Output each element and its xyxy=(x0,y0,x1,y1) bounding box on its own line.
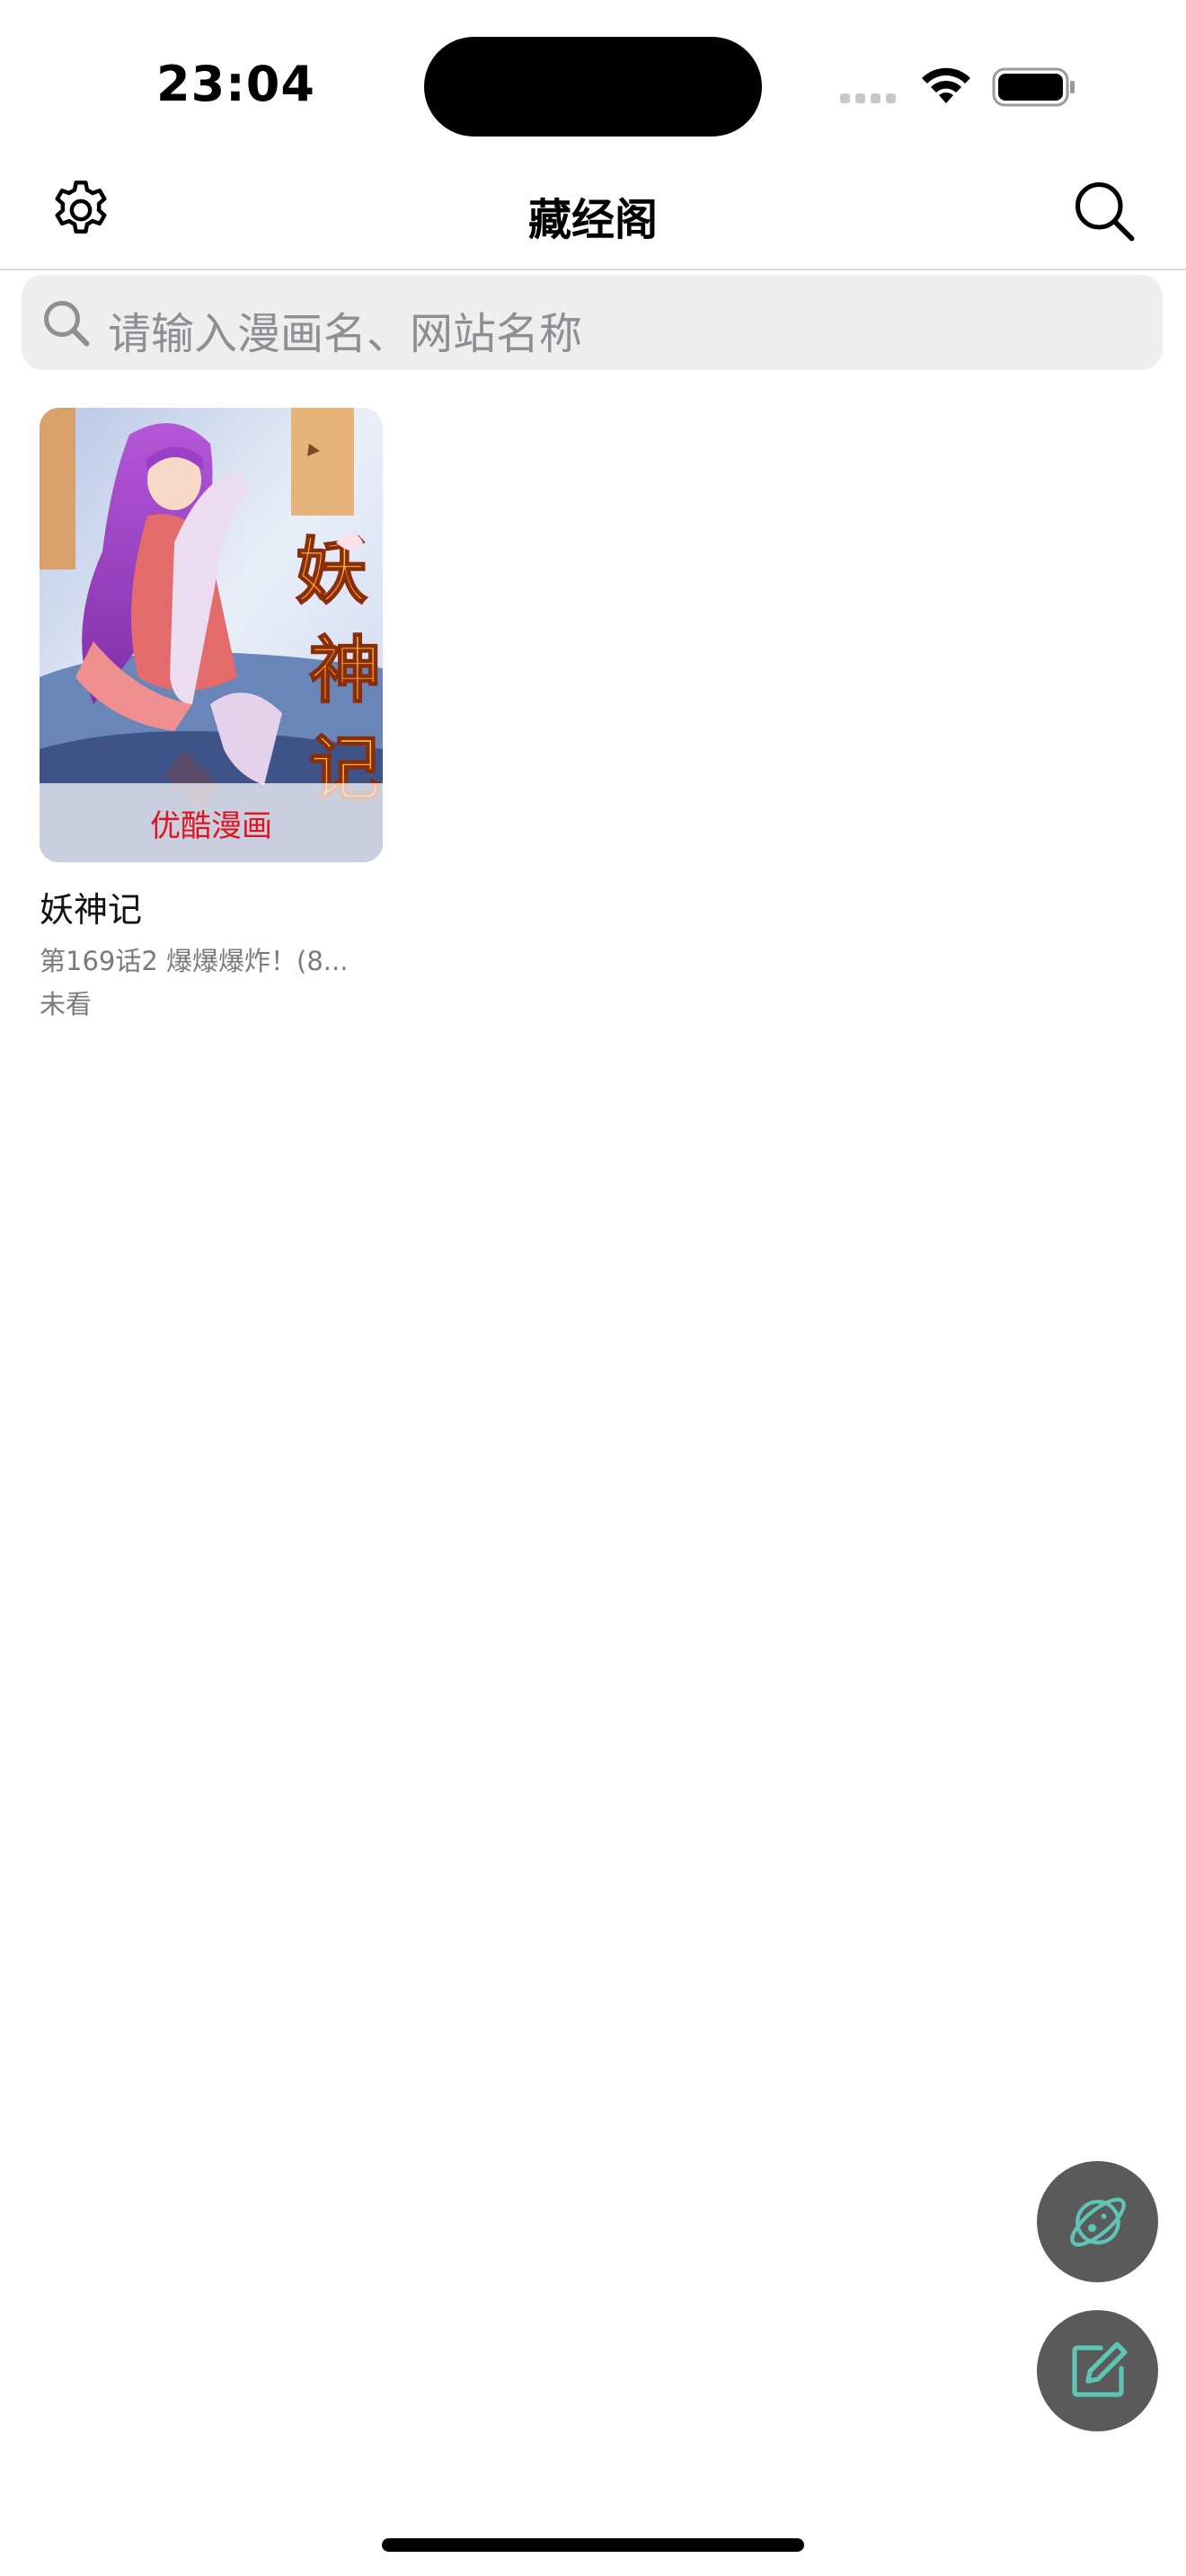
battery-icon xyxy=(992,67,1075,107)
comic-title: 妖神记 xyxy=(40,890,143,930)
read-status: 未看 xyxy=(40,989,93,1019)
wifi-icon xyxy=(922,67,970,103)
edit-button[interactable] xyxy=(1037,2310,1158,2431)
search-icon xyxy=(44,301,90,347)
source-badge: 优酷漫画 xyxy=(40,783,383,862)
search-placeholder: 请输入漫画名、网站名称 xyxy=(108,309,583,359)
search-icon[interactable] xyxy=(1069,176,1137,244)
page-title: 藏经阁 xyxy=(527,195,658,245)
dynamic-island xyxy=(424,37,762,137)
home-indicator[interactable] xyxy=(382,2538,804,2552)
search-input[interactable]: 请输入漫画名、网站名称 xyxy=(22,275,1163,370)
explore-button[interactable] xyxy=(1037,2161,1158,2282)
cellular-signal-icon xyxy=(840,93,896,103)
planet-icon xyxy=(1069,2197,1126,2246)
comic-card[interactable]: 妖 神 记 优酷漫画 妖神记 第169话2 爆爆爆炸！(8... 未看 xyxy=(40,408,383,1021)
nav-divider xyxy=(0,269,1186,270)
comic-cover[interactable]: 妖 神 记 优酷漫画 xyxy=(40,408,383,862)
svg-text:神: 神 xyxy=(309,628,381,712)
edit-icon xyxy=(1071,2342,1127,2397)
status-time: 23:04 xyxy=(156,56,315,112)
screen: 23:04 藏经阁 请输入漫画名、网站名称 妖 神 记 优酷漫画 妖神记 第16… xyxy=(0,0,1186,2576)
latest-chapter: 第169话2 爆爆爆炸！(8... xyxy=(40,946,349,976)
